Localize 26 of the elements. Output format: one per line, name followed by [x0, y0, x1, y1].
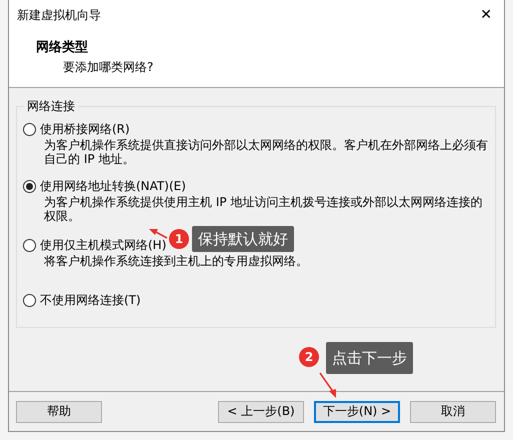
radio-option[interactable]: 使用仅主机模式网络(H): [23, 237, 166, 254]
option-description: 将客户机操作系统连接到主机上的专用虚拟网络。: [44, 254, 309, 268]
radio-button[interactable]: [23, 239, 36, 252]
close-button[interactable]: ✕: [476, 5, 496, 25]
page-title: 网络类型: [36, 39, 89, 56]
radio-button[interactable]: [23, 123, 36, 136]
callout-label: 保持默认就好: [192, 226, 294, 252]
cancel-button[interactable]: 取消: [410, 400, 496, 422]
radio-option[interactable]: 使用网络地址转换(NAT)(E): [23, 178, 186, 195]
next-button[interactable]: 下一步(N) >: [314, 400, 400, 422]
arrow-icon: [149, 229, 168, 239]
back-button[interactable]: < 上一步(B): [218, 400, 304, 422]
radio-button[interactable]: [23, 294, 36, 307]
callout-label: 点击下一步: [326, 342, 413, 374]
option-description: 为客户机操作系统提供使用主机 IP 地址访问主机拨号连接或外部以太网网络连接的权限。: [44, 195, 484, 223]
option-description: 为客户机操作系统提供直接访问外部以太网网络的权限。客户机在外部网络上必须有自己的 IP 地址。: [44, 138, 489, 166]
help-button[interactable]: 帮助: [16, 400, 102, 422]
group-label: 网络连接: [26, 98, 76, 115]
step-badge: 1: [169, 229, 189, 249]
step-badge: 2: [299, 347, 319, 367]
arrow-icon: [319, 372, 337, 398]
radio-button[interactable]: [23, 180, 36, 193]
page-subtitle: 要添加哪类网络?: [62, 59, 154, 76]
window-title: 新建虚拟机向导: [17, 6, 101, 24]
radio-option[interactable]: 使用桥接网络(R): [23, 121, 130, 138]
radio-option[interactable]: 不使用网络连接(T): [23, 292, 141, 309]
